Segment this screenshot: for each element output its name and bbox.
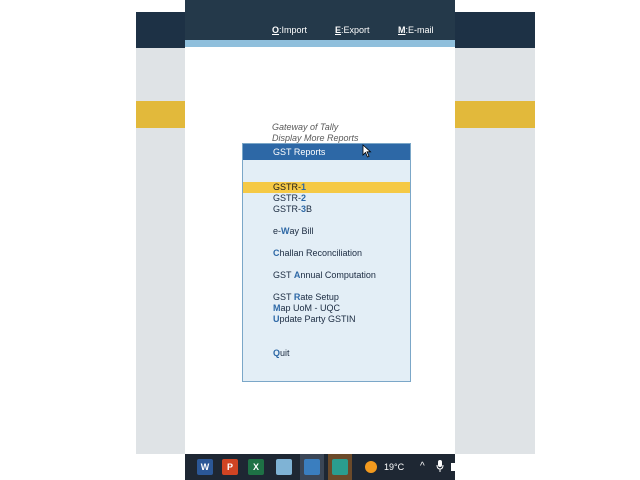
background-highlight-right xyxy=(455,101,535,128)
menu-item-label-end: pdate Party GSTIN xyxy=(279,314,356,324)
menu-item[interactable]: Challan Reconciliation xyxy=(243,248,410,259)
word-icon[interactable]: W xyxy=(197,459,213,475)
email-label: E-mail xyxy=(408,25,434,35)
notepad-icon[interactable] xyxy=(276,459,292,475)
menu-item[interactable]: Map UoM - UQC xyxy=(243,303,410,314)
menu-item-label-end: B xyxy=(306,204,313,214)
import-hotkey: O xyxy=(272,25,280,35)
menu-item-hotkey: Q xyxy=(273,348,281,358)
temperature-readout[interactable]: 19°C xyxy=(384,462,404,472)
tally-window: O:Import E:Export M:E-mail Gateway of Ta… xyxy=(185,0,455,454)
background-window-right xyxy=(455,12,535,454)
filmora-icon[interactable] xyxy=(332,459,348,475)
menu-item-label-start: GST xyxy=(273,270,294,280)
menu-item-label-end: ap UoM - UQC xyxy=(280,303,341,313)
breadcrumb-gateway: Gateway of Tally xyxy=(272,122,339,132)
menu-item-label-start: GSTR- xyxy=(273,193,301,203)
gst-reports-menu: GST Reports GSTR-1 GSTR-2 GSTR-3B e-Way Bil… xyxy=(242,143,411,382)
menu-item-hotkey: M xyxy=(273,303,281,313)
menu-item[interactable]: Quit xyxy=(243,348,410,359)
microphone-icon[interactable] xyxy=(436,460,444,475)
export-label: Export xyxy=(343,25,370,35)
menu-item[interactable]: GST Annual Computation xyxy=(243,270,410,281)
export-hotkey: E xyxy=(335,25,342,35)
menu-item[interactable]: Update Party GSTIN xyxy=(243,314,410,325)
menu-item[interactable]: GSTR-3B xyxy=(243,204,410,215)
menu-title: GST Reports xyxy=(243,144,410,160)
menu-item-label-end: ate Setup xyxy=(300,292,339,302)
menu-item-label-end: uit xyxy=(280,348,290,358)
menu-item-label-start: GSTR- xyxy=(273,182,301,192)
chevron-up-icon[interactable]: ^ xyxy=(420,461,425,472)
excel-icon[interactable]: X xyxy=(248,459,264,475)
tally-icon[interactable] xyxy=(304,459,320,475)
menu-item[interactable]: e-Way Bill xyxy=(243,226,410,237)
menu-item-label-start: e- xyxy=(273,226,282,236)
screen: O:Import E:Export M:E-mail Gateway of Ta… xyxy=(0,0,640,480)
menu-item-label-end: ay Bill xyxy=(289,226,314,236)
email-button[interactable]: M:E-mail xyxy=(398,25,434,35)
background-titlebar-left xyxy=(136,12,185,48)
top-toolbar: O:Import E:Export M:E-mail xyxy=(185,0,455,40)
mouse-cursor-icon xyxy=(362,144,372,158)
menu-item-label-end: hallan Reconciliation xyxy=(279,248,363,258)
background-window-left xyxy=(136,12,185,454)
menu-item-hotkey: 2 xyxy=(301,193,307,203)
menu-item-label-start: GSTR- xyxy=(273,204,301,214)
menu-item[interactable]: GST Rate Setup xyxy=(243,292,410,303)
import-button[interactable]: O:Import xyxy=(272,25,307,35)
menu-item-label-end: nnual Computation xyxy=(300,270,376,280)
menu-item-label-start: GST xyxy=(273,292,294,302)
breadcrumb-display-more-reports: Display More Reports xyxy=(272,133,359,143)
import-label: Import xyxy=(281,25,308,35)
powerpoint-icon[interactable]: P xyxy=(222,459,238,475)
email-hotkey: M xyxy=(398,25,406,35)
battery-icon[interactable] xyxy=(451,463,455,471)
weather-icon[interactable] xyxy=(365,461,377,473)
background-highlight-left xyxy=(136,101,185,128)
menu-item-hotkey: 1 xyxy=(301,182,307,192)
taskbar: WPX 19°C ^ xyxy=(185,454,455,480)
toolbar-divider xyxy=(185,40,455,47)
background-titlebar-right xyxy=(455,12,535,48)
menu-item-hotkey: W xyxy=(281,226,290,236)
export-button[interactable]: E:Export xyxy=(335,25,370,35)
menu-item[interactable]: GSTR-1 xyxy=(243,182,410,193)
menu-item[interactable]: GSTR-2 xyxy=(243,193,410,204)
